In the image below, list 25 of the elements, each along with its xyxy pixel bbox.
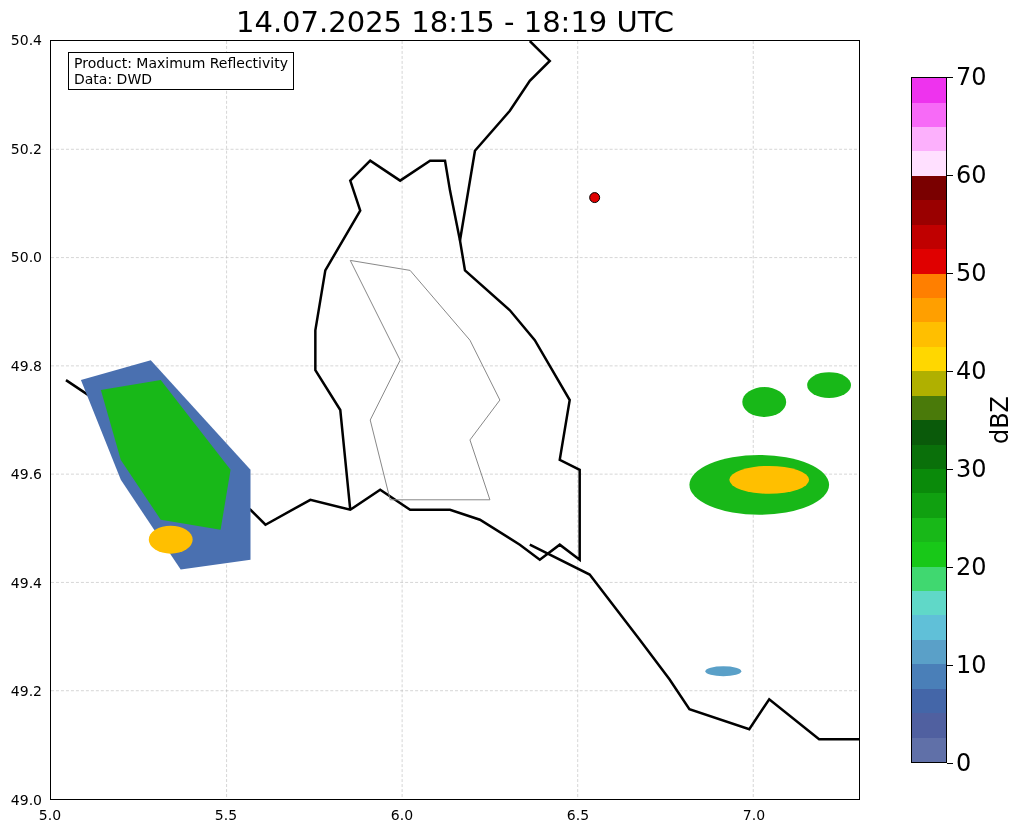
- chart-title: 14.07.2025 18:15 - 18:19 UTC: [235, 4, 675, 41]
- info-text: Product: Maximum Reflectivity: [74, 55, 288, 71]
- axis-tick-label: 5.0: [38, 806, 62, 824]
- colorbar-tick-label: 20: [956, 552, 987, 582]
- colorbar-tick-label: 10: [956, 650, 987, 680]
- axis-tick-label: 50.4: [10, 31, 42, 49]
- axis-tick-label: 6.0: [390, 806, 414, 824]
- colorbar-label: dBZ: [985, 395, 1015, 445]
- info-text: Data: DWD: [74, 71, 153, 87]
- colorbar-tick-label: 0: [956, 748, 972, 778]
- colorbar-tick-label: 70: [956, 62, 987, 92]
- axis-tick-label: 6.5: [566, 806, 590, 824]
- colorbar-tick-label: 50: [956, 258, 987, 288]
- axis-tick-label: 50.2: [10, 139, 42, 158]
- axis-tick-label: 49.8: [10, 356, 42, 375]
- axis-tick-label: 5.5: [214, 806, 238, 824]
- axis-tick-label: 7.0: [742, 806, 766, 824]
- axis-tick-label: 49.0: [10, 791, 42, 809]
- axis-tick-label: 49.2: [10, 682, 42, 701]
- axis-tick-label: 50.0: [10, 248, 42, 267]
- axis-tick-label: 49.6: [10, 465, 42, 484]
- colorbar-tick-label: 60: [956, 160, 987, 190]
- colorbar-tick-label: 40: [956, 356, 987, 386]
- colorbar-tick-label: 30: [956, 454, 987, 484]
- axis-tick-label: 49.4: [10, 573, 42, 592]
